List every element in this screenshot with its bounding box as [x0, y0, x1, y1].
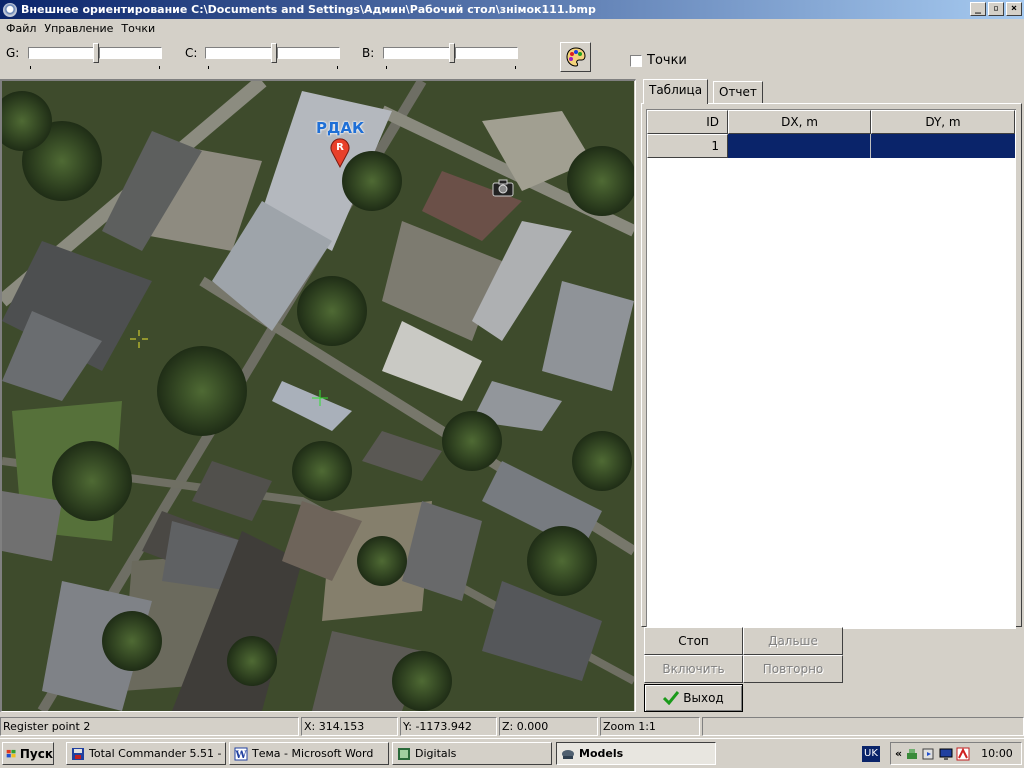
network-icon[interactable] [905, 747, 919, 761]
b-slider-track-left[interactable] [383, 47, 450, 59]
points-checkbox[interactable] [630, 55, 642, 67]
system-tray: « 10:00 [890, 742, 1022, 765]
col-header-dx[interactable]: DX, m [728, 110, 871, 134]
clock[interactable]: 10:00 [981, 747, 1013, 760]
points-table[interactable]: ID DX, m DY, m 1 [646, 109, 1016, 629]
tab-table[interactable]: Таблица [643, 79, 709, 104]
g-slider-track-left[interactable] [28, 47, 95, 59]
task-label: Тема - Microsoft Word [252, 747, 374, 760]
c-slider-ticks [208, 66, 338, 69]
title-bar[interactable]: Внешнее ориентирование C:\Documents and … [0, 0, 1024, 19]
toolbar: G: C: B: [0, 38, 1024, 76]
camera-icon[interactable] [492, 179, 514, 197]
b-slider-ticks [386, 66, 516, 69]
points-checkbox-label[interactable]: Точки [647, 53, 687, 68]
task-label: Total Commander 5.51 - ... [89, 747, 226, 760]
audio-icon[interactable] [922, 747, 936, 761]
menu-bar: Файл Управление Точки [0, 19, 1024, 37]
g-slider-ticks [30, 66, 160, 69]
table-row-id[interactable]: 1 [647, 134, 728, 158]
start-button[interactable]: Пуск [2, 742, 54, 765]
table-cell-dx[interactable] [728, 134, 871, 158]
status-y: Y: -1173.942 [400, 717, 497, 736]
g-label: G: [6, 46, 20, 60]
digitals-icon [398, 747, 410, 760]
tab-page: ID DX, m DY, m 1 [641, 103, 1022, 629]
c-label: C: [185, 46, 198, 60]
task-total-commander[interactable]: Total Commander 5.51 - ... [66, 742, 226, 765]
aerial-image[interactable] [2, 81, 634, 711]
svg-text:R: R [336, 142, 344, 153]
stop-button[interactable]: Стоп [644, 627, 743, 655]
menu-control[interactable]: Управление [40, 22, 117, 35]
c-slider-thumb[interactable] [271, 43, 277, 63]
status-empty [702, 717, 1024, 736]
b-slider-thumb[interactable] [449, 43, 455, 63]
map-marker-pin[interactable]: R [329, 136, 351, 168]
maximize-button[interactable]: ▫ [988, 2, 1004, 16]
monitor-icon[interactable] [939, 747, 953, 761]
start-label: Пуск [19, 746, 53, 761]
task-label: Models [579, 747, 624, 760]
b-slider-track-right[interactable] [455, 47, 518, 59]
exit-button-label: Выход [683, 691, 724, 705]
models-icon [562, 749, 574, 759]
checkmark-icon [663, 691, 680, 705]
menu-file[interactable]: Файл [2, 22, 40, 35]
col-header-dy[interactable]: DY, m [871, 110, 1015, 134]
status-x: X: 314.153 [301, 717, 398, 736]
word-icon: W [234, 747, 248, 761]
status-message: Register point 2 [0, 717, 299, 736]
enable-button[interactable]: Включить [644, 655, 743, 683]
taskbar: Пуск Total Commander 5.51 - ... W Тема -… [0, 738, 1024, 768]
b-label: B: [362, 46, 375, 60]
menu-points[interactable]: Точки [117, 22, 159, 35]
close-button[interactable]: × [1006, 2, 1022, 16]
floppy-icon [72, 747, 84, 760]
exit-button[interactable]: Выход [644, 684, 743, 712]
status-bar: Register point 2 X: 314.153 Y: -1173.942… [0, 715, 1024, 737]
svg-text:W: W [234, 750, 247, 761]
map-marker-label: РДАК [316, 119, 365, 137]
status-z: Z: 0.000 [499, 717, 598, 736]
tab-report[interactable]: Отчет [713, 81, 763, 103]
repeat-button[interactable]: Повторно [743, 655, 843, 683]
palette-button[interactable] [560, 42, 591, 72]
task-models[interactable]: Models [556, 742, 716, 765]
c-slider-track-left[interactable] [205, 47, 272, 59]
language-indicator[interactable]: UK [862, 746, 880, 762]
col-header-id[interactable]: ID [647, 110, 728, 134]
image-view[interactable]: РДАК R [0, 79, 636, 712]
palette-icon [565, 47, 586, 67]
task-label: Digitals [415, 747, 457, 760]
window-title: Внешнее ориентирование C:\Documents and … [21, 3, 596, 16]
task-word[interactable]: W Тема - Microsoft Word [229, 742, 389, 765]
c-slider-track-right[interactable] [277, 47, 340, 59]
task-digitals[interactable]: Digitals [392, 742, 552, 765]
antivirus-icon[interactable] [956, 747, 970, 761]
right-panel: Таблица Отчет ID DX, m DY, m 1 Стоп Даль… [639, 78, 1024, 714]
status-zoom: Zoom 1:1 [600, 717, 700, 736]
g-slider-track-right[interactable] [99, 47, 162, 59]
windows-logo-icon [6, 749, 16, 757]
next-button[interactable]: Дальше [743, 627, 843, 655]
g-slider-thumb[interactable] [93, 43, 99, 63]
app-icon[interactable] [3, 2, 17, 17]
tray-expand-icon[interactable]: « [895, 747, 902, 760]
minimize-button[interactable]: _ [970, 2, 986, 16]
table-cell-dy[interactable] [871, 134, 1015, 158]
